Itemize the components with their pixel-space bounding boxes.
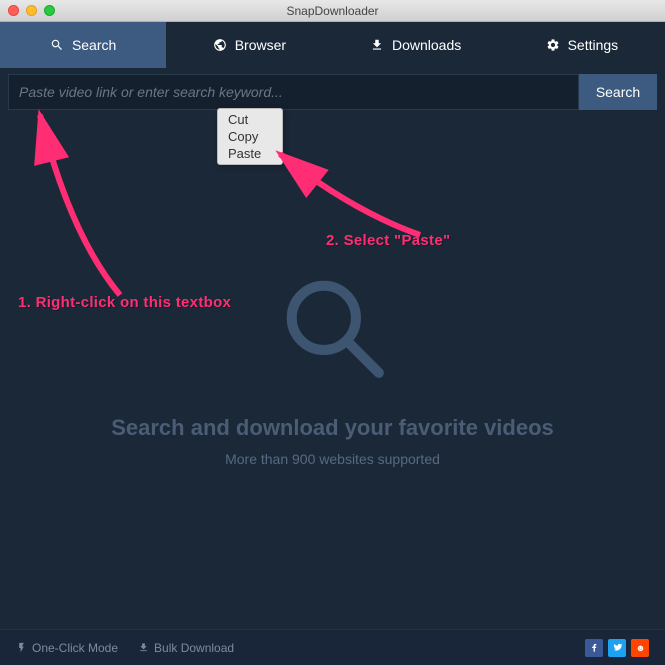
menu-item-cut[interactable]: Cut — [218, 111, 282, 128]
facebook-icon — [589, 642, 600, 653]
search-button[interactable]: Search — [579, 74, 657, 110]
bolt-icon — [16, 642, 27, 653]
social-links — [585, 639, 649, 657]
search-placeholder-icon — [278, 272, 388, 387]
one-click-mode-button[interactable]: One-Click Mode — [16, 641, 118, 655]
traffic-lights — [0, 5, 55, 16]
search-icon — [50, 38, 64, 52]
download-icon — [370, 38, 384, 52]
download-icon — [138, 642, 149, 653]
top-nav: Search Browser Downloads Settings — [0, 22, 665, 68]
search-bar: Search — [8, 74, 657, 110]
facebook-link[interactable] — [585, 639, 603, 657]
tab-browser[interactable]: Browser — [166, 22, 332, 68]
main-heading: Search and download your favorite videos — [111, 415, 554, 441]
footer-label: Bulk Download — [154, 641, 234, 655]
globe-icon — [213, 38, 227, 52]
tab-label: Downloads — [392, 37, 461, 53]
twitter-link[interactable] — [608, 639, 626, 657]
twitter-icon — [612, 642, 623, 653]
bulk-download-button[interactable]: Bulk Download — [138, 641, 234, 655]
main-area: Search and download your favorite videos… — [0, 110, 665, 629]
reddit-link[interactable] — [631, 639, 649, 657]
reddit-icon — [635, 642, 646, 653]
tab-search[interactable]: Search — [0, 22, 166, 68]
menu-item-paste[interactable]: Paste — [218, 145, 282, 162]
footer-label: One-Click Mode — [32, 641, 118, 655]
tab-settings[interactable]: Settings — [499, 22, 665, 68]
minimize-window-icon[interactable] — [26, 5, 37, 16]
tab-label: Search — [72, 37, 116, 53]
tab-downloads[interactable]: Downloads — [333, 22, 499, 68]
tab-label: Settings — [568, 37, 619, 53]
search-input[interactable] — [8, 74, 579, 110]
main-subheading: More than 900 websites supported — [225, 451, 440, 467]
close-window-icon[interactable] — [8, 5, 19, 16]
footer: One-Click Mode Bulk Download — [0, 629, 665, 665]
window-titlebar: SnapDownloader — [0, 0, 665, 22]
context-menu: Cut Copy Paste — [217, 108, 283, 165]
gear-icon — [546, 38, 560, 52]
tab-label: Browser — [235, 37, 286, 53]
menu-item-copy[interactable]: Copy — [218, 128, 282, 145]
window-title: SnapDownloader — [286, 4, 378, 18]
maximize-window-icon[interactable] — [44, 5, 55, 16]
